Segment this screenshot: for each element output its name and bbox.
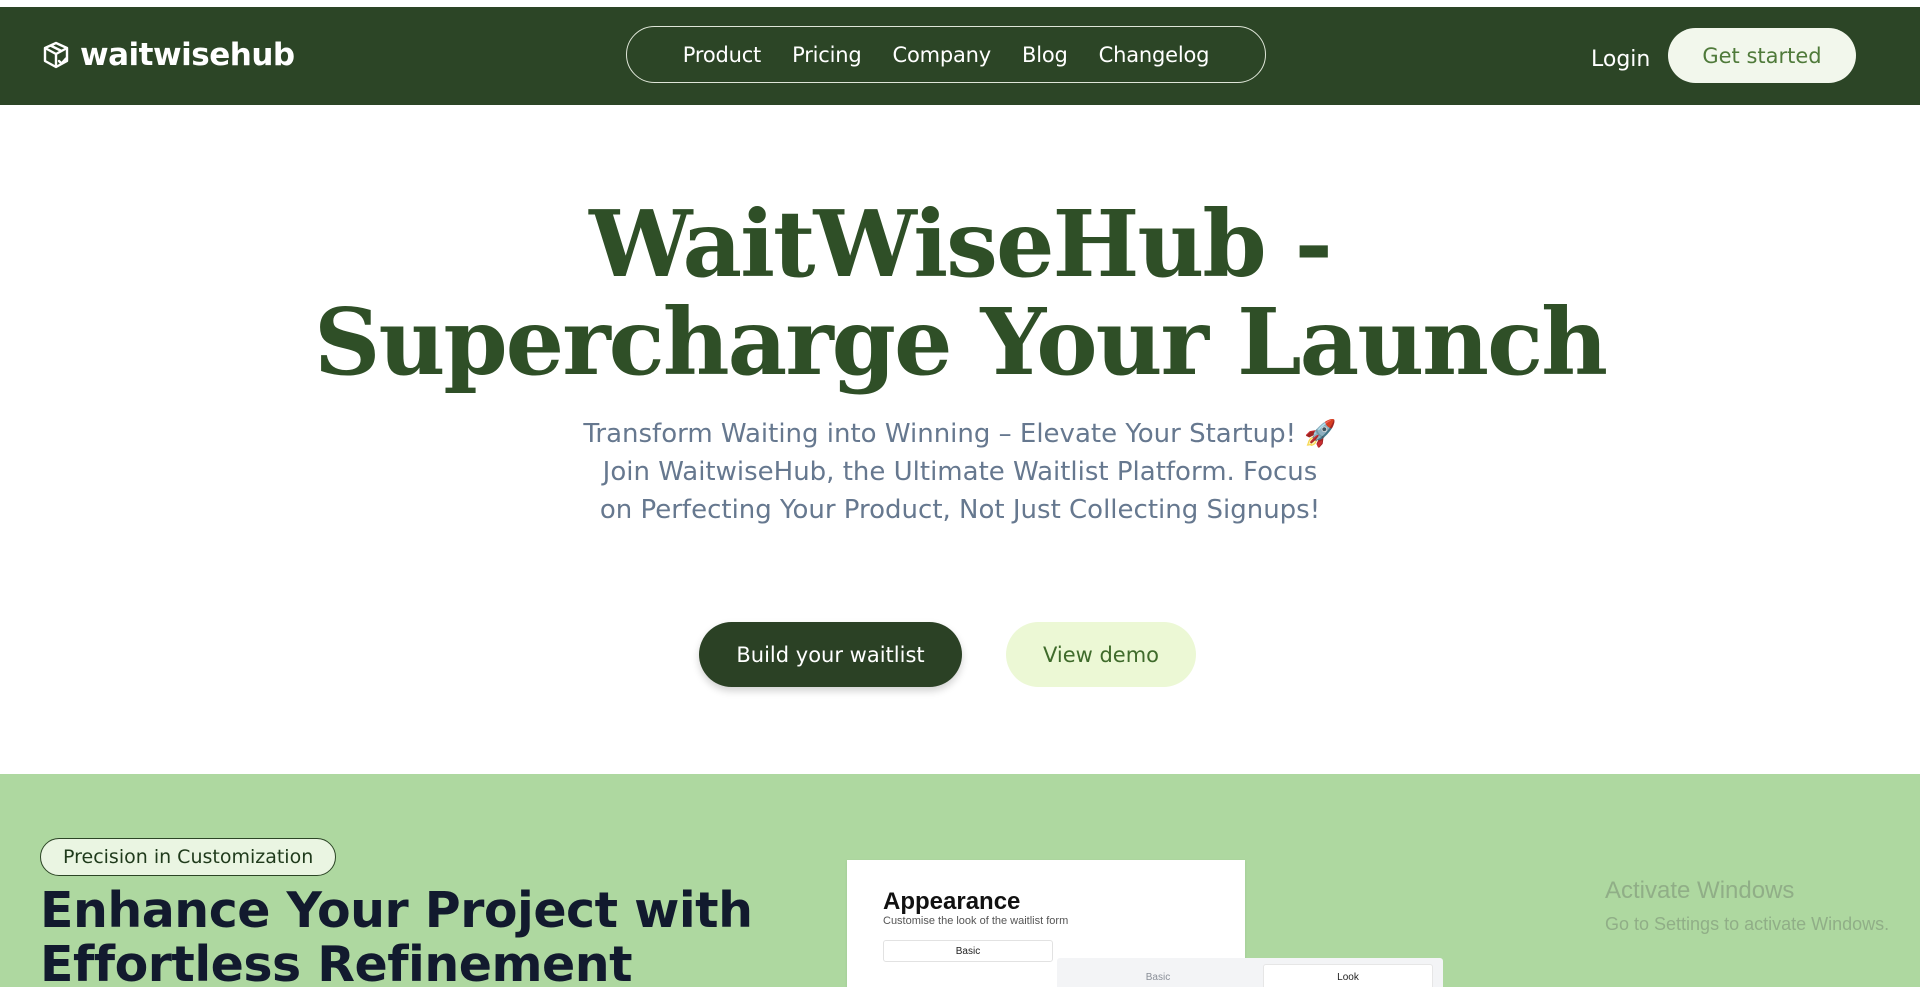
- appearance-subtitle: Customise the look of the waitlist form: [883, 915, 1069, 927]
- nav-link-pricing[interactable]: Pricing: [792, 43, 862, 67]
- hero-title: WaitWiseHub - Supercharge Your Launch: [0, 195, 1920, 391]
- package-check-icon: [43, 41, 69, 69]
- build-waitlist-button[interactable]: Build your waitlist: [699, 622, 962, 687]
- appearance-tab-basic[interactable]: Basic: [883, 940, 1053, 962]
- hero-title-line-2: Supercharge Your Launch: [314, 288, 1608, 396]
- nav-link-blog[interactable]: Blog: [1022, 43, 1068, 67]
- nav-link-changelog[interactable]: Changelog: [1099, 43, 1210, 67]
- hero-subtitle-line-1: Transform Waiting into Winning – Elevate…: [583, 419, 1337, 449]
- activate-windows-title: Activate Windows: [1605, 877, 1795, 904]
- feature-title-line-1: Enhance Your Project with: [40, 882, 753, 939]
- preview-tab-basic[interactable]: Basic: [1093, 964, 1223, 987]
- nav-link-product[interactable]: Product: [683, 43, 762, 67]
- hero-subtitle-line-3: on Perfecting Your Product, Not Just Col…: [599, 495, 1321, 525]
- main-menu: Product Pricing Company Blog Changelog: [626, 26, 1266, 83]
- preview-tab-look[interactable]: Look: [1263, 964, 1433, 987]
- get-started-button[interactable]: Get started: [1668, 28, 1856, 83]
- login-link[interactable]: Login: [1591, 47, 1650, 72]
- feature-title: Enhance Your Project with Effortless Ref…: [40, 884, 800, 987]
- feature-badge: Precision in Customization: [40, 838, 337, 876]
- appearance-tabs-preview: Basic Look: [1057, 958, 1443, 987]
- top-border: [0, 0, 1920, 7]
- hero-subtitle: Transform Waiting into Winning – Elevate…: [510, 415, 1410, 529]
- activate-windows-subtitle: Go to Settings to activate Windows.: [1605, 914, 1890, 934]
- hero-title-line-1: WaitWiseHub -: [589, 190, 1333, 298]
- nav-link-company[interactable]: Company: [892, 43, 991, 67]
- top-navigation-bar: waitwisehub Product Pricing Company Blog…: [0, 7, 1920, 105]
- view-demo-button[interactable]: View demo: [1006, 622, 1196, 687]
- brand-logo-link[interactable]: waitwisehub: [40, 37, 295, 73]
- feature-title-line-2: Effortless Refinement: [40, 936, 633, 987]
- appearance-title: Appearance: [883, 888, 1021, 915]
- hero-subtitle-line-2: Join WaitwiseHub, the Ultimate Waitlist …: [602, 457, 1318, 487]
- brand-name: waitwisehub: [80, 37, 295, 73]
